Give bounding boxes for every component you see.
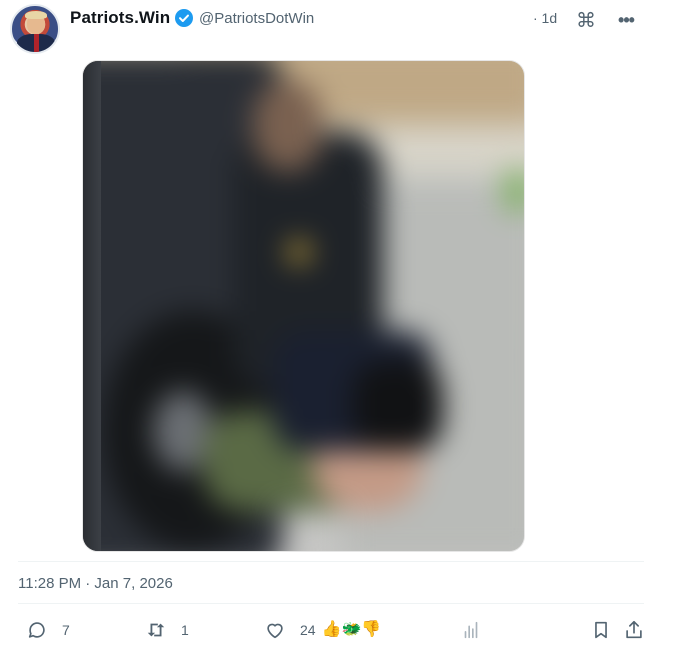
relative-time[interactable]: · 1d <box>533 10 557 26</box>
verified-badge-icon <box>175 9 193 27</box>
photo-boot <box>353 361 443 451</box>
reply-button[interactable]: 7 <box>26 618 70 642</box>
reaction-thumbs-down: 👎 <box>361 621 382 638</box>
photo-badge <box>288 241 310 263</box>
reply-icon <box>26 619 48 641</box>
repost-icon <box>145 619 167 641</box>
bookmark-icon <box>590 619 612 641</box>
heart-icon <box>264 619 286 641</box>
avatar-hair <box>25 11 47 19</box>
divider <box>18 603 644 604</box>
post-timestamp[interactable]: 11:28 PM · Jan 7, 2026 <box>18 575 173 592</box>
post-header: Patriots.Win @PatriotsDotWin · 1d ⌘ ••• <box>0 0 680 56</box>
more-horizontal-icon[interactable]: ••• <box>614 11 638 33</box>
author-name[interactable]: Patriots.Win <box>70 8 170 28</box>
reactions[interactable]: 👍 🐲 👎 <box>322 620 382 640</box>
share-button[interactable] <box>623 618 645 642</box>
blurred-photo <box>83 61 524 551</box>
like-count: 24 <box>300 622 316 638</box>
action-bar: 7 1 24 👍 🐲 👎 <box>0 612 680 648</box>
bookmark-button[interactable] <box>590 618 612 642</box>
reaction-thumbs-up: 👍 <box>321 621 342 638</box>
reaction-dragon: 🐲 <box>341 621 362 638</box>
repost-button[interactable]: 1 <box>145 618 189 642</box>
share-icon <box>623 619 645 641</box>
repost-count: 1 <box>181 622 189 638</box>
views-icon <box>460 619 482 641</box>
divider <box>18 561 644 562</box>
avatar-tie <box>34 34 39 52</box>
like-button[interactable]: 24 👍 🐲 👎 <box>264 618 381 642</box>
avatar[interactable] <box>10 4 60 54</box>
views-button[interactable] <box>460 618 482 642</box>
reply-count: 7 <box>62 622 70 638</box>
photo-edge <box>83 61 101 551</box>
photo-officer-head <box>253 81 323 171</box>
command-icon[interactable]: ⌘ <box>575 10 597 32</box>
author-handle[interactable]: @PatriotsDotWin <box>199 10 314 27</box>
photo-green-patch <box>503 171 524 211</box>
post-image[interactable] <box>82 60 525 552</box>
